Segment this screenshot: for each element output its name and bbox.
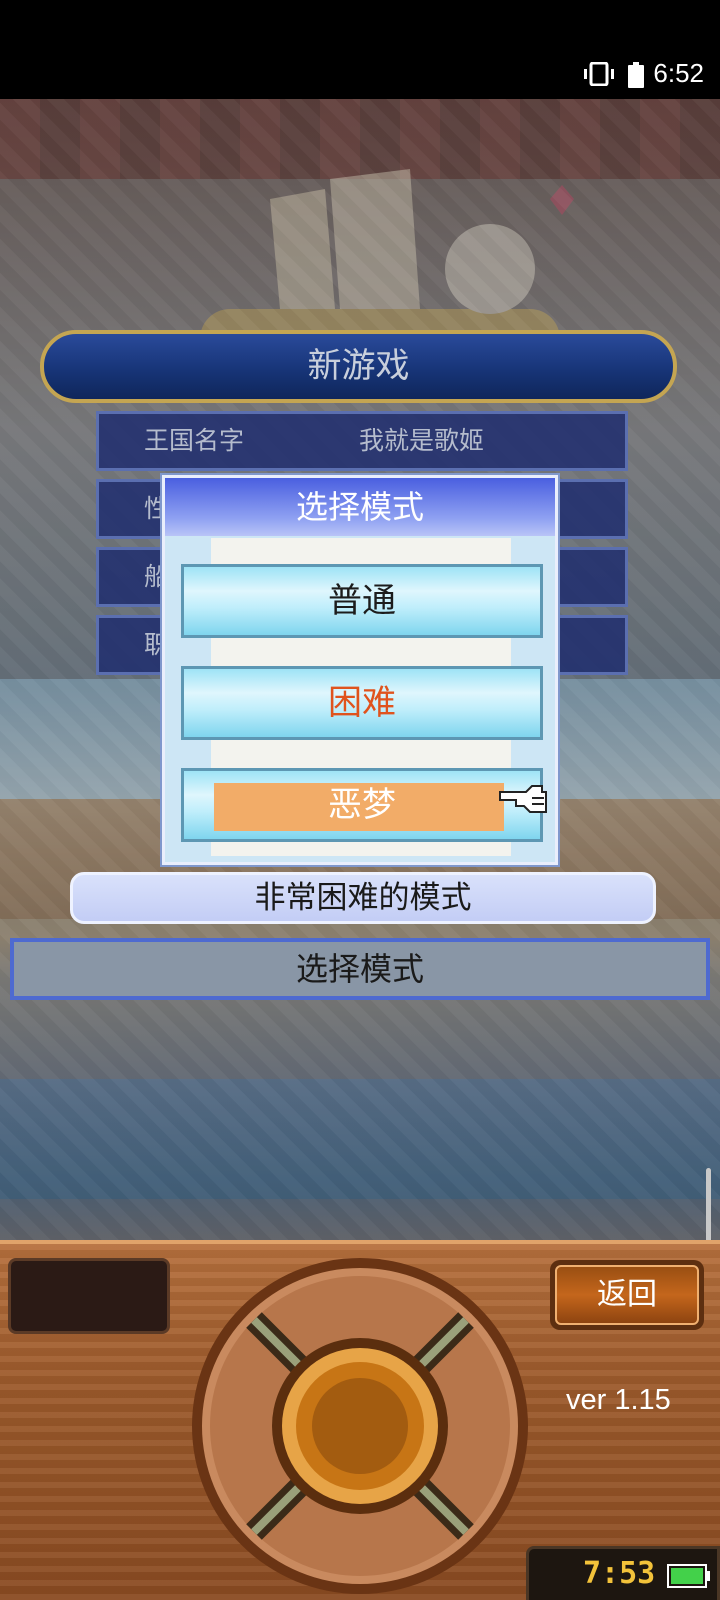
mini-screen (8, 1258, 170, 1334)
version-label: ver 1.15 (566, 1384, 671, 1416)
new-game-title: 新游戏 (40, 330, 677, 403)
vibrate-icon (584, 62, 614, 86)
mode-normal-button[interactable]: 普通 (181, 564, 543, 638)
game-clock-time: 7:53 (583, 1556, 656, 1591)
form-row-label: 王国名字 (144, 426, 245, 455)
back-button[interactable]: 返回 (550, 1260, 704, 1330)
control-console: 返回 ver 1.15 7:53 (0, 1240, 720, 1600)
dpad-controller-icon[interactable] (190, 1256, 530, 1596)
game-screen: 新游戏 王国名字 我就是歌姬 性 船 职 选择模式 普通 困难 恶梦 非常困难的… (0, 99, 720, 1240)
status-bar: 6:52 (0, 0, 720, 99)
mode-nightmare-label: 恶梦 (328, 785, 396, 825)
game-clock: 7:53 (526, 1546, 720, 1600)
form-row-value: 我就是歌姬 (359, 426, 485, 455)
mode-hard-label: 困难 (328, 683, 396, 723)
mode-nightmare-button[interactable]: 恶梦 (181, 768, 543, 842)
footer-title-bar: 选择模式 (10, 938, 710, 1000)
battery-icon (628, 62, 644, 88)
mode-normal-label: 普通 (328, 581, 396, 621)
status-time: 6:52 (653, 58, 704, 88)
mode-hard-button[interactable]: 困难 (181, 666, 543, 740)
form-row-kingdom-name[interactable]: 王国名字 我就是歌姬 (96, 411, 628, 471)
mode-description: 非常困难的模式 (70, 872, 656, 924)
pointing-hand-icon (499, 785, 547, 813)
battery-full-icon (667, 1564, 710, 1588)
dialog-title: 选择模式 (165, 478, 555, 536)
back-button-label: 返回 (555, 1265, 699, 1325)
